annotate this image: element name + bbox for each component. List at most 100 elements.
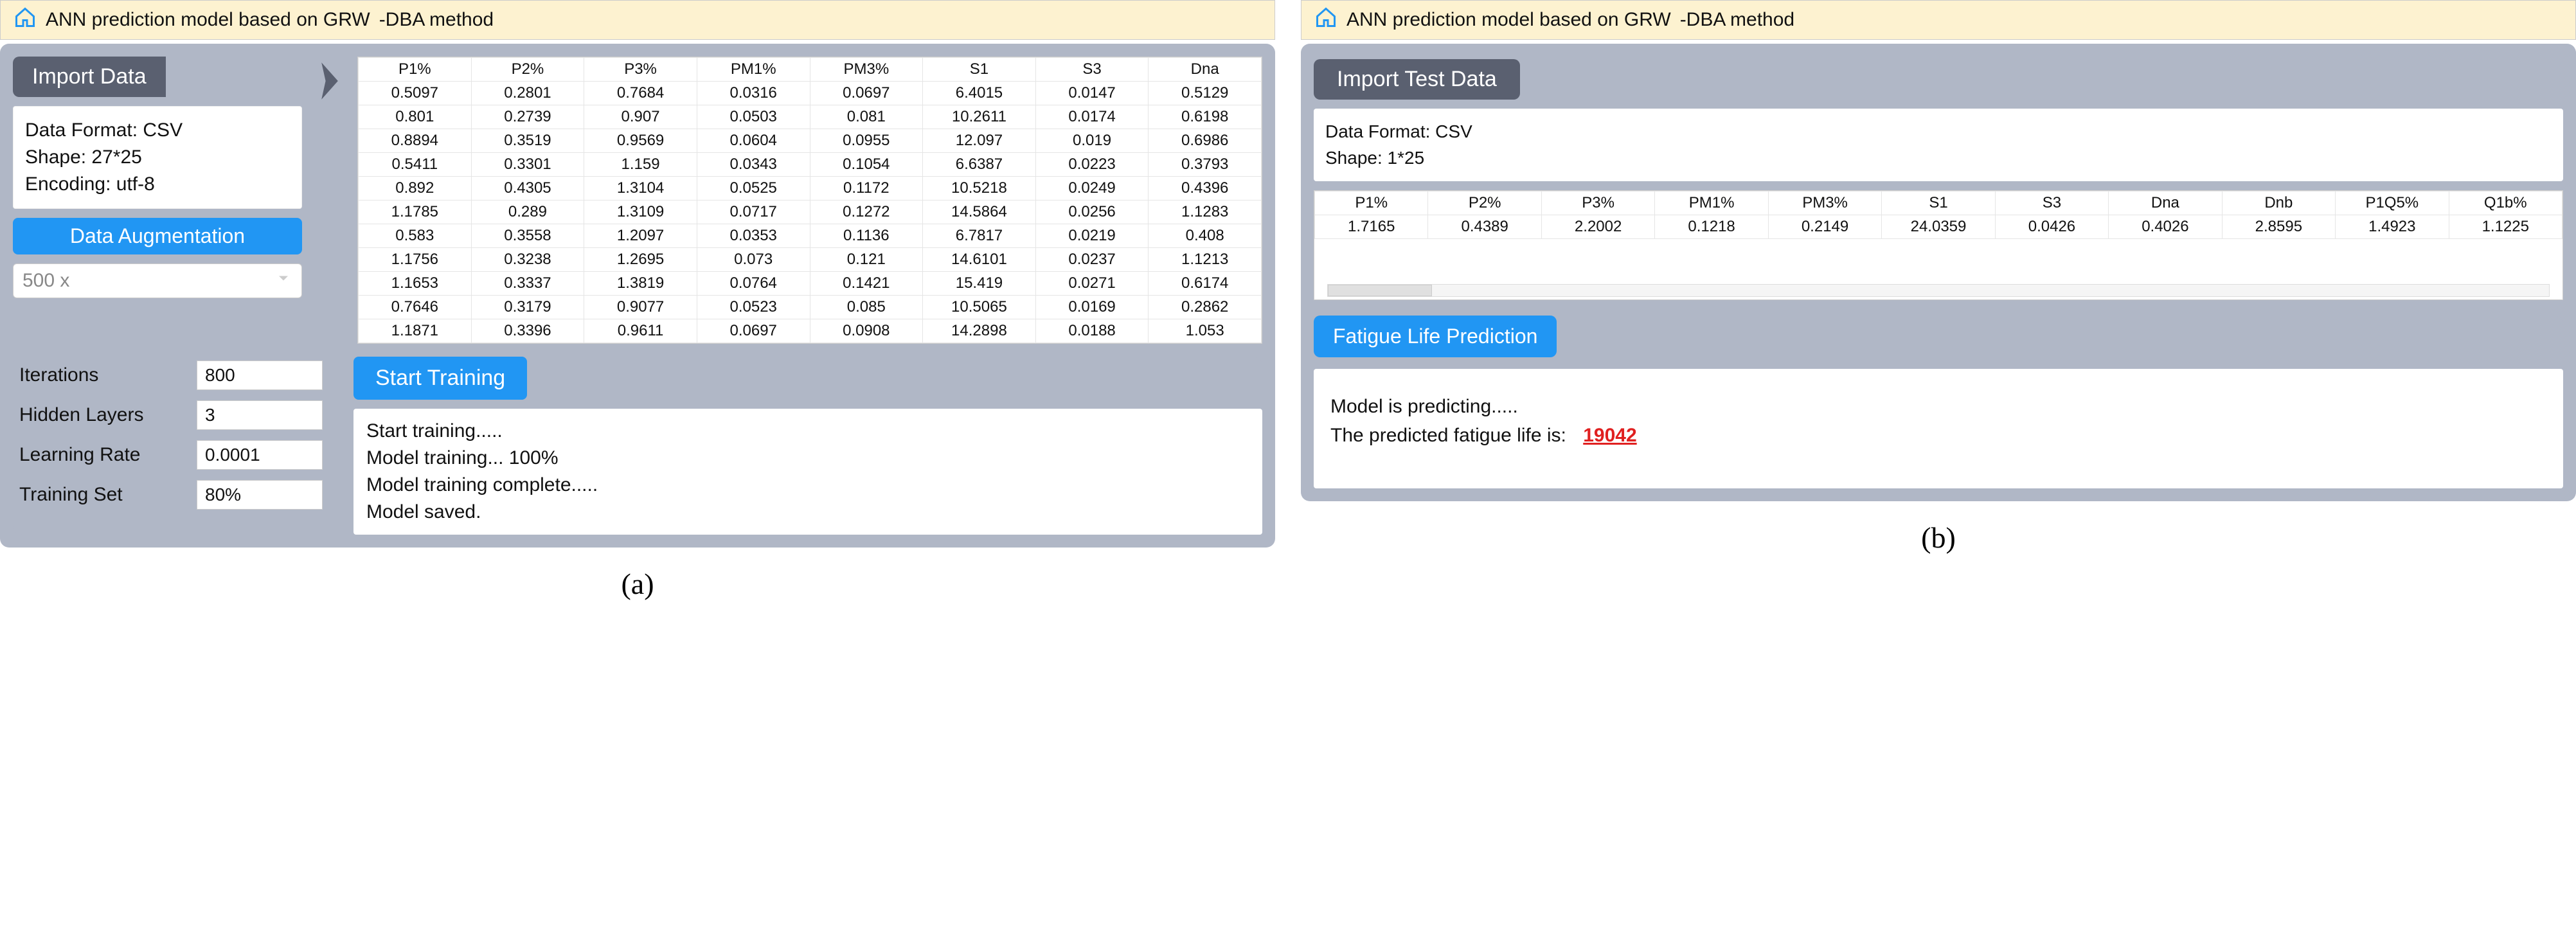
table-header: P3% [584,58,697,82]
table-cell: 1.7165 [1315,215,1428,239]
caption-b: (b) [1301,501,2576,561]
table-cell: 0.3179 [471,296,584,319]
table-header: S1 [923,58,1036,82]
iterations-input[interactable] [197,361,323,390]
start-training-button[interactable]: Start Training [353,357,527,400]
table-cell: 0.0717 [697,200,810,224]
learning-rate-input[interactable] [197,440,323,470]
table-cell: 0.2801 [471,82,584,105]
table-cell: 0.0219 [1035,224,1149,248]
horizontal-scrollbar[interactable] [1327,284,2550,297]
import-data-button[interactable]: Import Data [13,57,166,97]
table-cell: 0.0697 [810,82,923,105]
table-row: 0.50970.28010.76840.03160.06976.40150.01… [359,82,1262,105]
table-cell: 24.0359 [1882,215,1995,239]
home-icon[interactable] [1314,6,1346,34]
training-set-input[interactable] [197,480,323,510]
table-cell: 0.073 [697,248,810,272]
test-data-table: P1%P2%P3%PM1%PM3%S1S3DnaDnbP1Q5%Q1b% 1.7… [1314,190,2563,300]
data-augmentation-button[interactable]: Data Augmentation [13,218,302,254]
table-cell: 0.4389 [1428,215,1541,239]
table-cell: 0.0249 [1035,177,1149,200]
title-suffix-b: -DBA method [1680,9,1794,31]
table-header: P2% [1428,191,1541,215]
table-cell: 1.053 [1149,319,1262,343]
scrollbar-thumb[interactable] [1328,285,1432,296]
fatigue-life-prediction-button[interactable]: Fatigue Life Prediction [1314,316,1557,357]
table-header: S3 [1035,58,1149,82]
table-cell: 0.9611 [584,319,697,343]
panel-a-column: ANN prediction model based on GRW -DBA m… [0,0,1275,607]
predicted-fatigue-life-value: 19042 [1583,425,1636,446]
training-params: Iterations Hidden Layers Learning Rate T… [13,357,341,535]
table-cell: 0.1172 [810,177,923,200]
augmentation-factor-value: 500 x [22,270,69,292]
table-row: 1.16530.33371.38190.07640.142115.4190.02… [359,272,1262,296]
table-cell: 14.6101 [923,248,1036,272]
table-cell: 0.892 [359,177,472,200]
table-cell: 0.3558 [471,224,584,248]
table-header: P1Q5% [2336,191,2449,215]
table-cell: 10.5218 [923,177,1036,200]
log-line-2: Model training... 100% [366,445,1249,472]
table-cell: 0.0237 [1035,248,1149,272]
iterations-label: Iterations [19,364,186,386]
table-header: PM1% [697,58,810,82]
table-cell: 0.0426 [1995,215,2108,239]
panel-a-sidebar: Import Data Data Format: CSV Shape: 27*2… [13,57,302,344]
import-test-data-button[interactable]: Import Test Data [1314,59,1520,100]
panel-b-main: Import Test Data Data Format: CSV Shape:… [1301,44,2576,501]
table-cell: 0.0525 [697,177,810,200]
table-cell: 1.3104 [584,177,697,200]
table-header: P1% [359,58,472,82]
augmentation-factor-dropdown[interactable]: 500 x [13,263,302,298]
table-cell: 0.408 [1149,224,1262,248]
table-cell: 0.0697 [697,319,810,343]
hidden-layers-label: Hidden Layers [19,404,186,426]
app-wrapper: ANN prediction model based on GRW -DBA m… [0,0,2576,607]
table-cell: 1.4923 [2336,215,2449,239]
training-log: Start training..... Model training... 10… [353,409,1262,535]
table-cell: 0.1054 [810,153,923,177]
table-cell: 0.7646 [359,296,472,319]
shape-value: 27*25 [91,147,141,168]
table-cell: 0.0503 [697,105,810,129]
table-cell: 0.0169 [1035,296,1149,319]
table-header: Dna [2109,191,2222,215]
predict-log-1: Model is predicting..... [1330,392,2546,421]
table-cell: 0.3396 [471,319,584,343]
table-cell: 0.3238 [471,248,584,272]
table-cell: 10.2611 [923,105,1036,129]
table-cell: 0.7684 [584,82,697,105]
table-cell: 1.2695 [584,248,697,272]
panel-b-top: Import Test Data Data Format: CSV Shape:… [1314,57,2563,303]
format-value-b: CSV [1435,121,1472,141]
table-cell: 0.4396 [1149,177,1262,200]
home-icon[interactable] [13,6,46,34]
format-value: CSV [143,120,183,141]
table-cell: 0.9077 [584,296,697,319]
titlebar-a: ANN prediction model based on GRW -DBA m… [0,0,1275,40]
table-cell: 0.4305 [471,177,584,200]
training-panel: Iterations Hidden Layers Learning Rate T… [13,357,1262,535]
table-row: 0.88940.35190.95690.06040.095512.0970.01… [359,129,1262,153]
prediction-panel: Fatigue Life Prediction Model is predict… [1314,316,2563,488]
table-row: 1.18710.33960.96110.06970.090814.28980.0… [359,319,1262,343]
table-header: Dnb [2222,191,2335,215]
table-cell: 6.6387 [923,153,1036,177]
table-header: S3 [1995,191,2108,215]
table-cell: 1.1871 [359,319,472,343]
table-cell: 0.1136 [810,224,923,248]
table-cell: 1.159 [584,153,697,177]
panel-a-top-row: Import Data Data Format: CSV Shape: 27*2… [13,57,1262,344]
table-header: P2% [471,58,584,82]
table-cell: 0.0188 [1035,319,1149,343]
hidden-layers-input[interactable] [197,400,323,430]
table-cell: 0.289 [471,200,584,224]
table-cell: 0.085 [810,296,923,319]
table-cell: 0.5129 [1149,82,1262,105]
shape-value-b: 1*25 [1388,148,1425,168]
table-cell: 0.2149 [1768,215,1881,239]
format-label-b: Data Format: [1325,121,1435,141]
table-row: 0.5830.35581.20970.03530.11366.78170.021… [359,224,1262,248]
